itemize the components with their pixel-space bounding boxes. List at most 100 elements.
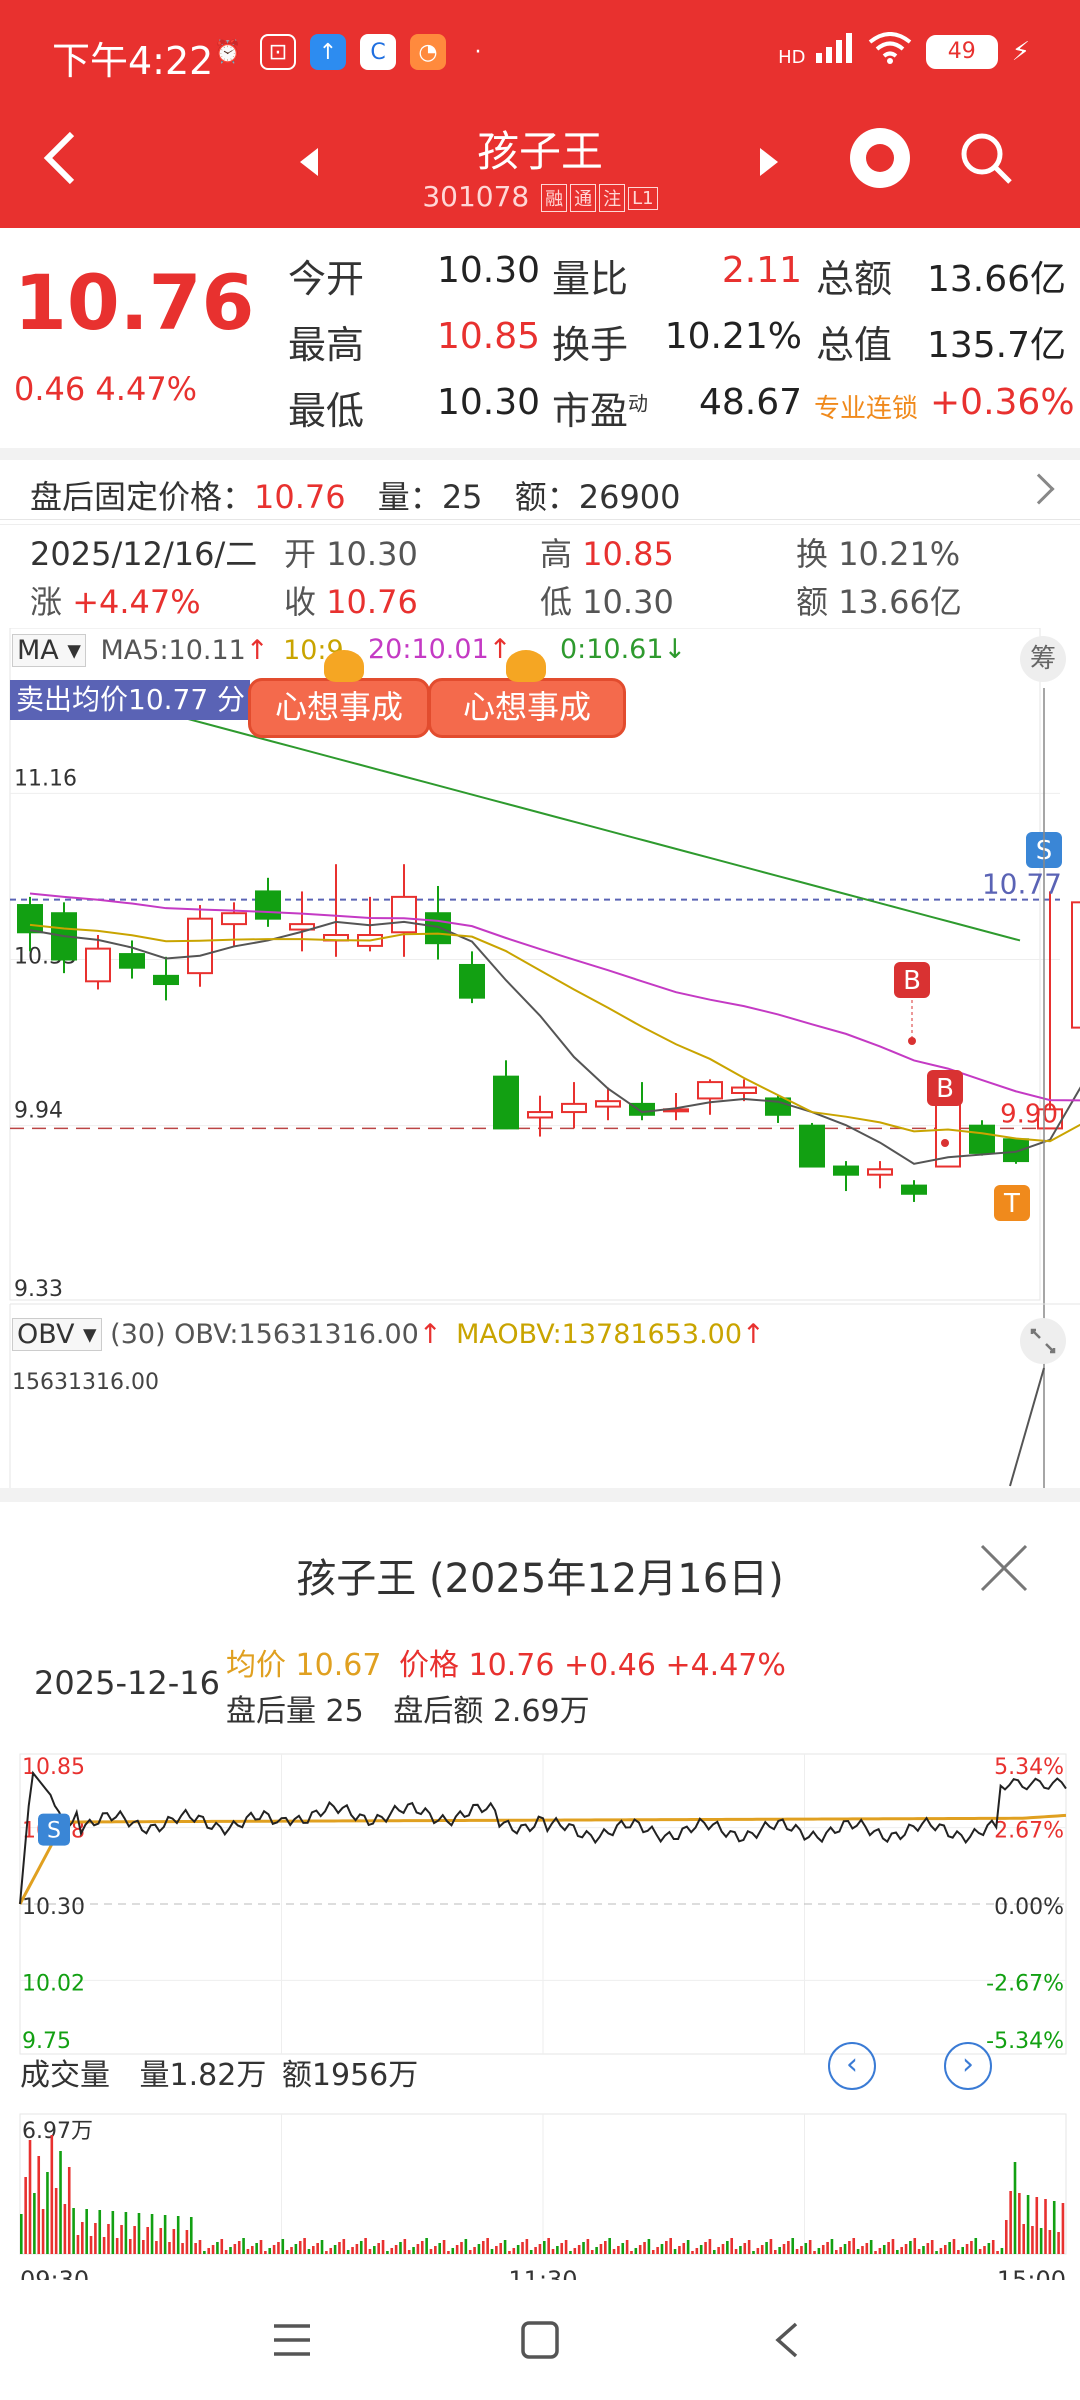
expand-icon[interactable] [1020,1318,1066,1364]
volume-bar [54,2188,58,2254]
volume-bar [730,2238,734,2254]
tiger-sticker-icon [324,650,364,682]
volume-bar [150,2214,154,2254]
home-icon[interactable] [520,2320,560,2360]
stock-code: 301078 [422,180,530,213]
assistant-avatar-icon[interactable] [850,128,910,188]
chip-distribution-button[interactable]: 筹 [1020,636,1066,682]
wifi-icon [868,32,912,71]
volume-bar [373,2246,376,2254]
candle-body [595,1100,621,1108]
next-stock-icon[interactable] [760,148,778,176]
volume-bar [1061,2203,1065,2254]
volume-bar [207,2248,211,2254]
volume-bar [416,2244,420,2254]
volume-bar [974,2238,978,2254]
volume-bar [298,2241,302,2254]
sticker-banner-1: 心想事成 [248,678,430,738]
volume-bar [608,2238,611,2254]
volume-bar [787,2241,790,2254]
volume-bar [556,2246,559,2254]
volume-bar [37,2156,41,2254]
volume-bar [351,2247,354,2254]
volume-bar [543,2241,546,2254]
volume-bar [359,2241,363,2254]
volume-bar [691,2251,694,2254]
app-header: 下午4:22 ⏰ ⊡ ↑ C ◔ · HD 49 ⚡ 孩子王 301078 融通… [0,0,1080,228]
after-hours-price: 10.76 [254,478,346,516]
volume-bar [551,2249,555,2254]
candle-body [697,1081,723,1100]
volume-bar [237,2241,241,2254]
volume-title: 成交量 [20,2058,110,2093]
volume-qty: 量1.82万 [139,2058,267,2093]
signal-icon: HD [778,33,854,70]
volume-bar [599,2244,603,2254]
volume-bar [115,2238,119,2254]
price-value: 10.76 [468,1648,555,1683]
volume-bar [896,2250,899,2254]
volume-bar [564,2240,568,2254]
obv-legend: OBV ▾ (30) OBV:15631316.00↑ MAOBV:137816… [12,1318,765,1351]
ma20-value: 20:10.01 [368,634,489,665]
value-market-cap: 135.7亿 [926,325,1066,366]
sector-name[interactable]: 专业连锁 [814,388,918,425]
after-hours-bar[interactable]: 盘后固定价格：10.76 量：25 额：26900 [0,448,1080,520]
volume-bar [438,2243,441,2254]
volume-bar [769,2239,773,2254]
system-navigation-bar [0,2280,1080,2400]
intraday-chart[interactable]: 10.855.34%10.582.67%10.300.00%10.02-2.67… [0,1724,1080,2294]
back-nav-icon[interactable] [772,2320,802,2360]
volume-bar [673,2249,677,2254]
volume-bar [142,2240,145,2254]
volume-bar [647,2239,651,2254]
candle-body [833,1165,859,1176]
ma-legend: MA ▾ MA5:10.11↑ 10:9 [12,634,344,667]
volume-bar [163,2215,167,2254]
volume-bar [46,2172,49,2254]
volume-bar [682,2243,686,2254]
candle-body [119,953,145,969]
kline-svg[interactable]: 11.1610.559.949.3310.779.90BBST [0,628,1080,1488]
ohlc-close-value: 10.76 [326,583,418,621]
value-low: 10.30 [436,382,540,423]
intraday-left-label: 10.85 [22,1755,85,1780]
ohlc-change-label: 涨 [30,583,63,621]
tag-level1: L1 [628,186,658,210]
volume-bar [63,2204,67,2254]
next-day-button[interactable]: › [944,2042,992,2090]
label-volume-ratio: 量比 [552,257,629,301]
kline-chart[interactable]: 11.16 10.55 9.94 9.33 10.77 9.90 B B S T MA ▾ MA5… [0,628,1080,1488]
volume-bar [1026,2195,1030,2254]
volume-bar [538,2244,542,2254]
volume-bar [189,2217,193,2254]
volume-bar [878,2248,882,2254]
volume-bar [717,2247,720,2254]
volume-bar [503,2240,507,2254]
close-icon[interactable] [978,1542,1030,1594]
volume-bar [512,2248,516,2254]
volume-bar [1022,2224,1026,2254]
search-icon[interactable] [958,130,1014,186]
candle-body [731,1086,757,1094]
ohlc-change-value: +4.47% [72,583,201,621]
volume-bar [948,2242,951,2254]
volume-bar [961,2247,964,2254]
volume-bar [155,2241,158,2254]
volume-bar [81,2222,84,2254]
intraday-right-label: -2.67% [986,1971,1064,1996]
obv-selector[interactable]: OBV ▾ [12,1318,102,1351]
volume-bar [760,2245,764,2254]
volume-bar [486,2238,489,2254]
label-turnover: 换手 [552,323,629,367]
y-label-9-94: 9.94 [14,1099,63,1124]
candle-body [799,1124,825,1168]
previous-day-button[interactable]: ‹ [828,2042,876,2090]
ma-selector[interactable]: MA ▾ [12,634,86,667]
ohlc-turnover-label: 换 [796,535,829,573]
menu-icon[interactable] [272,2322,312,2358]
volume-bar [1044,2199,1047,2254]
app-notification-icon: ⊡ [260,34,296,70]
charging-icon: ⚡ [1011,36,1030,67]
volume-bar [826,2242,829,2254]
